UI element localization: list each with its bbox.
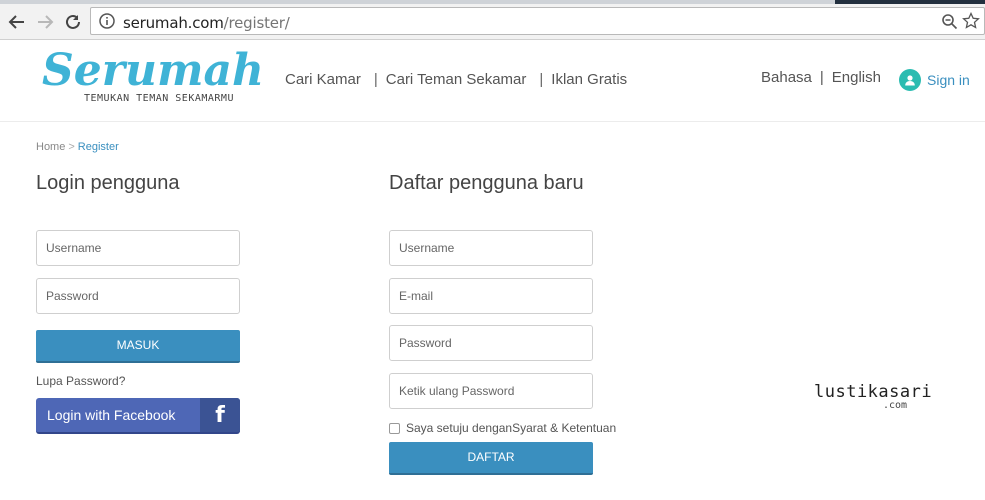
breadcrumb-home[interactable]: Home <box>36 141 65 153</box>
terms-label[interactable]: Saya setuju denganSyarat & Ketentuan <box>406 421 616 435</box>
register-password-input[interactable] <box>389 325 593 361</box>
terms-agreement: Saya setuju denganSyarat & Ketentuan <box>389 421 616 435</box>
browser-toolbar: serumah.com/register/ <box>0 4 985 40</box>
sign-in-label: Sign in <box>927 72 970 88</box>
url-path: /register/ <box>223 14 290 32</box>
breadcrumb-chevron: > <box>68 141 75 153</box>
nav-separator: | <box>539 71 544 88</box>
logo-text: Serumah <box>42 45 264 96</box>
register-username-input[interactable] <box>389 230 593 266</box>
lang-english[interactable]: English <box>832 69 881 86</box>
zoom-icon[interactable] <box>941 13 958 30</box>
star-icon[interactable] <box>962 12 980 30</box>
logo-tagline: TEMUKAN TEMAN SEKAMARMU <box>84 93 234 104</box>
serumah-logo[interactable]: Serumah TEMUKAN TEMAN SEKAMARMU <box>40 41 265 111</box>
nav-cari-teman-sekamar[interactable]: Cari Teman Sekamar <box>386 71 527 88</box>
reload-button[interactable] <box>61 10 85 34</box>
language-switcher: Bahasa | English <box>761 69 881 86</box>
forward-button[interactable] <box>33 10 57 34</box>
lang-separator: | <box>819 69 824 86</box>
forgot-password-link[interactable]: Lupa Password? <box>36 374 125 388</box>
login-password-input[interactable] <box>36 278 240 314</box>
facebook-button-label: Login with Facebook <box>47 407 176 423</box>
user-icon <box>899 69 921 91</box>
sign-in-link[interactable]: Sign in <box>899 69 970 91</box>
reload-icon <box>66 14 80 29</box>
login-title: Login pengguna <box>36 172 180 194</box>
nav-iklan-gratis[interactable]: Iklan Gratis <box>551 71 627 88</box>
login-submit-button[interactable]: MASUK <box>36 330 240 363</box>
arrow-left-icon <box>8 15 24 29</box>
nav-cari-kamar[interactable]: Cari Kamar <box>285 71 361 88</box>
register-confirm-password-input[interactable] <box>389 373 593 409</box>
watermark-suffix: .com <box>883 400 908 411</box>
info-icon[interactable] <box>99 13 115 29</box>
nav-separator: | <box>373 71 378 88</box>
login-facebook-button[interactable]: Login with Facebook f <box>36 398 240 434</box>
url-text: serumah.com/register/ <box>123 14 290 32</box>
arrow-right-icon <box>38 15 54 29</box>
site-header: Serumah TEMUKAN TEMAN SEKAMARMU Cari Kam… <box>0 41 985 122</box>
facebook-icon: f <box>200 398 240 432</box>
back-button[interactable] <box>5 10 29 34</box>
terms-checkbox[interactable] <box>389 422 400 434</box>
login-username-input[interactable] <box>36 230 240 266</box>
facebook-icon-letter: f <box>215 402 225 428</box>
breadcrumb: Home > Register <box>36 141 119 153</box>
register-title: Daftar pengguna baru <box>389 172 584 194</box>
register-email-input[interactable] <box>389 278 593 314</box>
watermark: lustikasari <box>814 382 933 402</box>
register-submit-button[interactable]: DAFTAR <box>389 442 593 475</box>
lang-bahasa[interactable]: Bahasa <box>761 69 812 86</box>
breadcrumb-current[interactable]: Register <box>78 141 119 153</box>
url-host: serumah.com <box>123 14 224 32</box>
address-bar[interactable]: serumah.com/register/ <box>90 7 985 35</box>
main-nav: Cari Kamar | Cari Teman Sekamar | Iklan … <box>285 71 627 88</box>
